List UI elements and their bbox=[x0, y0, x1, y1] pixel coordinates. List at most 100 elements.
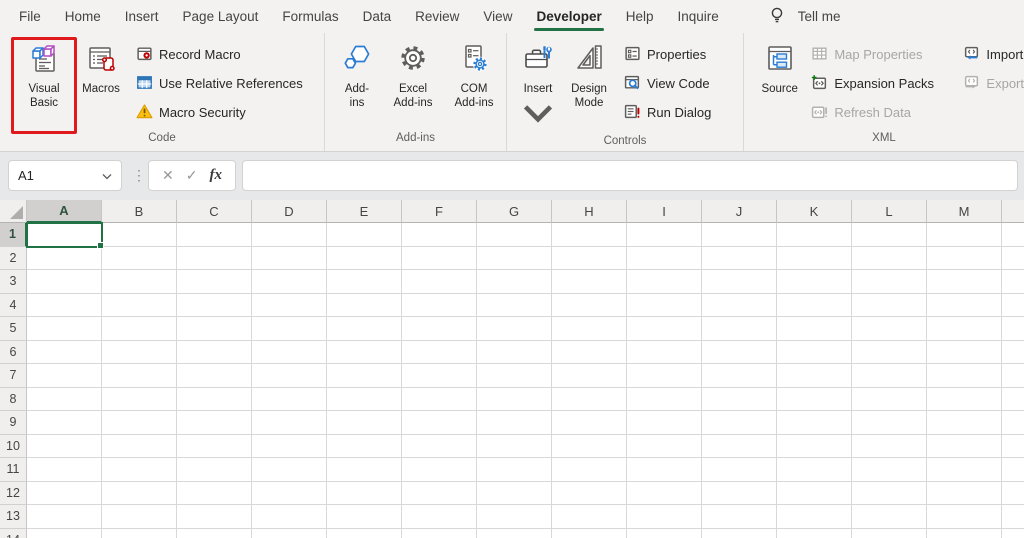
cell-L9[interactable] bbox=[852, 411, 927, 435]
cell-H12[interactable] bbox=[552, 481, 627, 505]
menu-tab-file[interactable]: File bbox=[7, 0, 53, 33]
cell-G8[interactable] bbox=[477, 387, 552, 411]
cell-M14[interactable] bbox=[927, 528, 1002, 538]
cell-L4[interactable] bbox=[852, 293, 927, 317]
row-header-1[interactable]: 1 bbox=[0, 223, 27, 247]
cell-partial-1[interactable] bbox=[1002, 223, 1024, 247]
cell-L12[interactable] bbox=[852, 481, 927, 505]
enter-icon[interactable]: ✓ bbox=[186, 167, 198, 184]
visual-basic-button[interactable]: Visual Basic bbox=[13, 36, 75, 110]
macro-security-button[interactable]: Macro Security bbox=[136, 103, 303, 122]
cell-H10[interactable] bbox=[552, 434, 627, 458]
cell-C12[interactable] bbox=[177, 481, 252, 505]
menu-tab-insert[interactable]: Insert bbox=[113, 0, 171, 33]
column-header-B[interactable]: B bbox=[102, 200, 177, 223]
row-header-14[interactable]: 14 bbox=[0, 528, 27, 538]
cell-C1[interactable] bbox=[177, 223, 252, 247]
cell-L10[interactable] bbox=[852, 434, 927, 458]
column-header-A[interactable]: A bbox=[27, 200, 102, 223]
cell-G6[interactable] bbox=[477, 340, 552, 364]
cell-partial-2[interactable] bbox=[1002, 246, 1024, 270]
cell-C10[interactable] bbox=[177, 434, 252, 458]
cell-B9[interactable] bbox=[102, 411, 177, 435]
cell-F3[interactable] bbox=[402, 270, 477, 294]
cell-partial-13[interactable] bbox=[1002, 505, 1024, 529]
cell-H7[interactable] bbox=[552, 364, 627, 388]
cell-M2[interactable] bbox=[927, 246, 1002, 270]
cell-F2[interactable] bbox=[402, 246, 477, 270]
cell-F4[interactable] bbox=[402, 293, 477, 317]
cell-K3[interactable] bbox=[777, 270, 852, 294]
cell-B5[interactable] bbox=[102, 317, 177, 341]
cell-D13[interactable] bbox=[252, 505, 327, 529]
cancel-icon[interactable]: ✕ bbox=[162, 167, 174, 184]
cell-J2[interactable] bbox=[702, 246, 777, 270]
cell-L5[interactable] bbox=[852, 317, 927, 341]
menu-tab-home[interactable]: Home bbox=[53, 0, 113, 33]
column-header-partial[interactable] bbox=[1002, 200, 1024, 223]
cell-C7[interactable] bbox=[177, 364, 252, 388]
row-header-8[interactable]: 8 bbox=[0, 387, 27, 411]
menu-tab-help[interactable]: Help bbox=[614, 0, 666, 33]
run-dialog-button[interactable]: Run Dialog bbox=[624, 103, 711, 122]
cell-L7[interactable] bbox=[852, 364, 927, 388]
cell-M8[interactable] bbox=[927, 387, 1002, 411]
cell-E14[interactable] bbox=[327, 528, 402, 538]
cell-K14[interactable] bbox=[777, 528, 852, 538]
cell-I14[interactable] bbox=[627, 528, 702, 538]
cell-J10[interactable] bbox=[702, 434, 777, 458]
cell-F8[interactable] bbox=[402, 387, 477, 411]
cell-C5[interactable] bbox=[177, 317, 252, 341]
cell-G14[interactable] bbox=[477, 528, 552, 538]
excel-add-ins-button[interactable]: Excel Add-ins bbox=[382, 36, 444, 110]
cell-F6[interactable] bbox=[402, 340, 477, 364]
cell-A9[interactable] bbox=[27, 411, 102, 435]
cell-C3[interactable] bbox=[177, 270, 252, 294]
cell-partial-7[interactable] bbox=[1002, 364, 1024, 388]
cell-F9[interactable] bbox=[402, 411, 477, 435]
cell-B10[interactable] bbox=[102, 434, 177, 458]
cell-E11[interactable] bbox=[327, 458, 402, 482]
cell-C4[interactable] bbox=[177, 293, 252, 317]
cell-D4[interactable] bbox=[252, 293, 327, 317]
cell-K10[interactable] bbox=[777, 434, 852, 458]
formula-bar-input[interactable] bbox=[242, 160, 1018, 191]
cell-D5[interactable] bbox=[252, 317, 327, 341]
cell-B7[interactable] bbox=[102, 364, 177, 388]
column-header-H[interactable]: H bbox=[552, 200, 627, 223]
cell-G1[interactable] bbox=[477, 223, 552, 247]
cell-H2[interactable] bbox=[552, 246, 627, 270]
cell-E1[interactable] bbox=[327, 223, 402, 247]
cell-E8[interactable] bbox=[327, 387, 402, 411]
cell-D6[interactable] bbox=[252, 340, 327, 364]
record-macro-button[interactable]: Record Macro bbox=[136, 45, 303, 64]
cell-B2[interactable] bbox=[102, 246, 177, 270]
cell-C6[interactable] bbox=[177, 340, 252, 364]
insert-function-icon[interactable]: fx bbox=[209, 167, 222, 184]
cell-D7[interactable] bbox=[252, 364, 327, 388]
cell-E7[interactable] bbox=[327, 364, 402, 388]
cell-L3[interactable] bbox=[852, 270, 927, 294]
cell-G11[interactable] bbox=[477, 458, 552, 482]
cell-M3[interactable] bbox=[927, 270, 1002, 294]
cell-M12[interactable] bbox=[927, 481, 1002, 505]
cell-A12[interactable] bbox=[27, 481, 102, 505]
cell-L13[interactable] bbox=[852, 505, 927, 529]
row-header-4[interactable]: 4 bbox=[0, 293, 27, 317]
cell-G12[interactable] bbox=[477, 481, 552, 505]
cell-K12[interactable] bbox=[777, 481, 852, 505]
cell-H1[interactable] bbox=[552, 223, 627, 247]
cell-J7[interactable] bbox=[702, 364, 777, 388]
cell-C8[interactable] bbox=[177, 387, 252, 411]
cell-D14[interactable] bbox=[252, 528, 327, 538]
cell-A5[interactable] bbox=[27, 317, 102, 341]
cell-D2[interactable] bbox=[252, 246, 327, 270]
cell-I13[interactable] bbox=[627, 505, 702, 529]
view-code-button[interactable]: View Code bbox=[624, 74, 711, 93]
cell-J14[interactable] bbox=[702, 528, 777, 538]
cell-B13[interactable] bbox=[102, 505, 177, 529]
cell-D8[interactable] bbox=[252, 387, 327, 411]
cell-H4[interactable] bbox=[552, 293, 627, 317]
cell-E3[interactable] bbox=[327, 270, 402, 294]
cell-M4[interactable] bbox=[927, 293, 1002, 317]
